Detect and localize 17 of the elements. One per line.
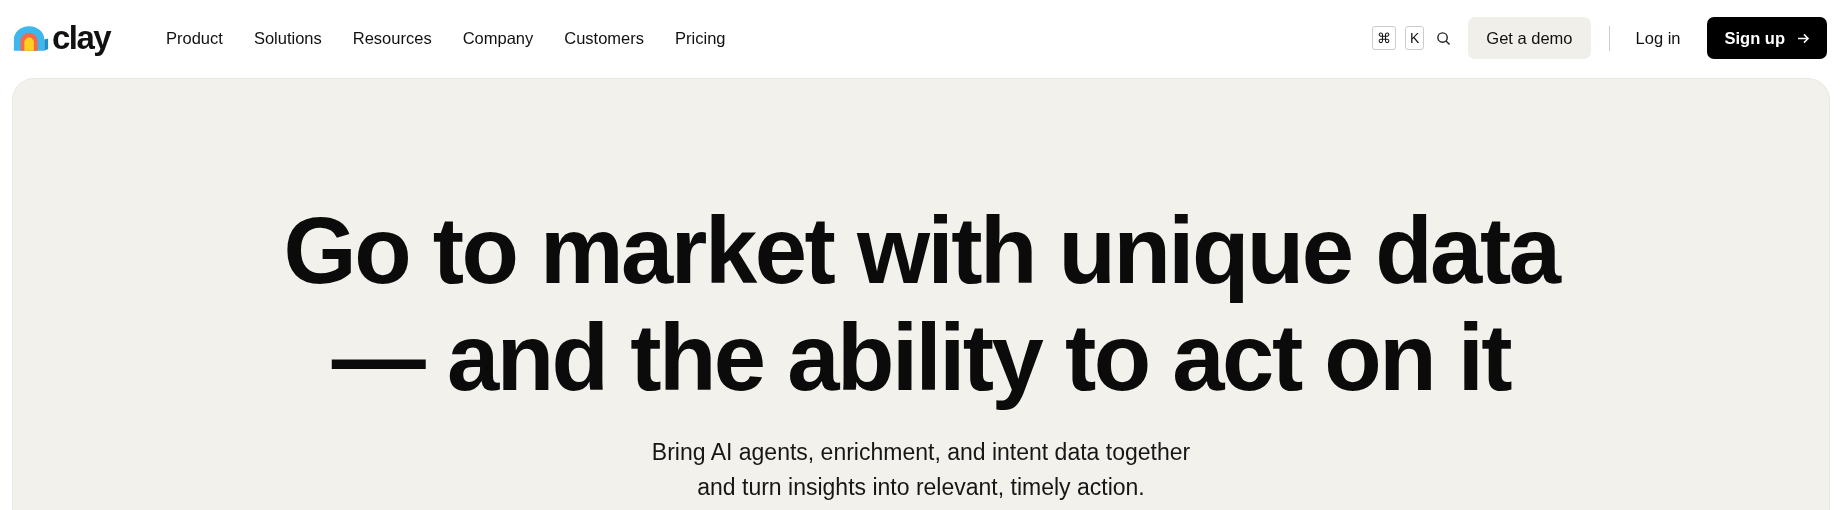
signup-button[interactable]: Sign up — [1706, 17, 1827, 59]
logo-text[interactable]: clay — [52, 19, 111, 57]
nav-link[interactable]: Company — [462, 28, 534, 48]
nav-link[interactable]: Customers — [564, 28, 645, 48]
subtitle: Bring AI agents, enrichment, and intent data together and turn insights into relevant, timely action. — [651, 438, 1191, 502]
keyboard-key: ⌘ — [1371, 26, 1396, 50]
headline: Go to market with unique data — and the ability to act on it — [283, 197, 1559, 411]
nav-link[interactable]: Product — [166, 28, 223, 48]
nav-link[interactable]: Pricing — [675, 28, 726, 48]
keyboard-key: K — [1404, 26, 1425, 50]
nav-link[interactable]: Solutions — [253, 28, 322, 48]
arrow-right-icon — [1797, 32, 1810, 44]
login-button[interactable]: Log in — [1627, 17, 1689, 59]
logo-icon — [12, 23, 50, 53]
search-icon[interactable] — [1436, 30, 1452, 46]
nav-link[interactable]: Resources — [352, 28, 432, 48]
demo-button[interactable]: Get a demo — [1468, 17, 1591, 59]
